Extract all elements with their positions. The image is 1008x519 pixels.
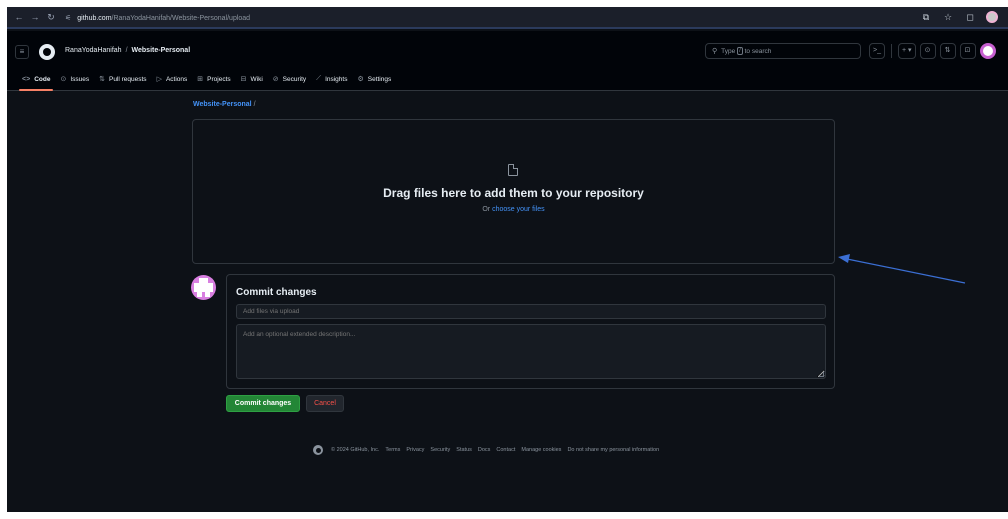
- browser-window: ← → ↻ ⚟ github.com /RanaYodaHanifah/Webs…: [7, 7, 1008, 512]
- annotation-arrow: [838, 254, 966, 284]
